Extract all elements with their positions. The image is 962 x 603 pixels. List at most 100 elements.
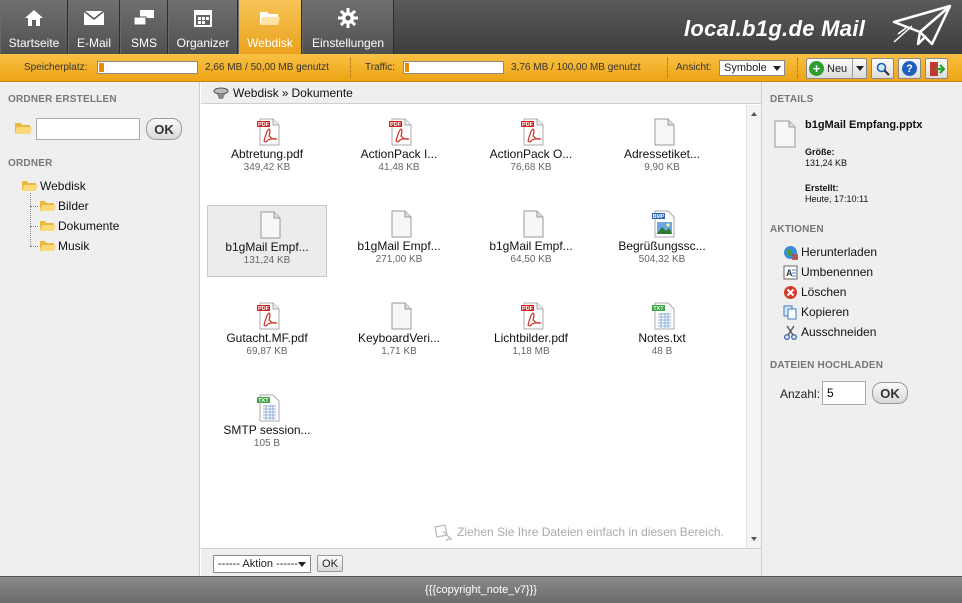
rename-icon: A [782, 264, 798, 280]
storage-meter-fill [99, 63, 104, 72]
home-icon [24, 8, 44, 28]
scissors-icon [782, 324, 798, 340]
view-mode-select[interactable]: Symbole [719, 60, 785, 76]
tree-folder-label: Dokumente [58, 219, 120, 233]
chevron-down-icon [773, 66, 781, 71]
action-label: Kopieren [801, 305, 850, 319]
breadcrumb: Webdisk » Dokumente [201, 82, 761, 104]
upload-ok-button[interactable]: OK [872, 382, 908, 404]
file-item[interactable]: b1gMail Empf... 131,24 KB [207, 205, 327, 277]
bulk-action-value: ------ Aktion ------ [218, 558, 299, 570]
file-grid[interactable]: PDF Abtretung.pdf 349,42 KB PDF ActionPack I… [201, 105, 746, 548]
nav-tab-label: Startseite [8, 36, 60, 50]
file-size: 504,32 KB [638, 254, 686, 265]
tree-folder-webdisk[interactable]: Webdisk [22, 179, 86, 193]
tree-folder-musik[interactable]: Musik [40, 239, 89, 253]
top-navigation-bar: Startseite E-Mail SMS Organizer Webdisk [0, 0, 962, 54]
nav-tab-email[interactable]: E-Mail [68, 0, 120, 54]
webdisk-drive-icon [213, 87, 229, 99]
nav-tab-einstellungen[interactable]: Einstellungen [302, 0, 394, 54]
storage-meter [97, 61, 198, 74]
right-sidebar: DETAILS b1gMail Empfang.pptx Größe: 131,… [761, 82, 962, 576]
file-item[interactable]: PDF Abtretung.pdf 349,42 KB [207, 113, 327, 185]
file-item[interactable]: TXT Notes.txt 48 B [602, 297, 722, 369]
drop-hint-text: Ziehen Sie Ihre Dateien einfach in diese… [457, 525, 724, 539]
file-name: ActionPack I... [360, 147, 438, 161]
file-name: b1gMail Empf... [225, 240, 309, 254]
action-delete[interactable]: Löschen [782, 284, 846, 300]
file-item[interactable]: PDF Gutacht.MF.pdf 69,87 KB [207, 297, 327, 369]
svg-text:A: A [786, 268, 793, 278]
details-created-value: Heute, 17:10:11 [805, 194, 869, 204]
bulk-action-ok-button[interactable]: OK [317, 555, 343, 572]
download-globe-icon [782, 244, 798, 260]
folder-icon [15, 123, 32, 134]
logout-button[interactable] [925, 58, 948, 79]
chevron-down-icon[interactable] [852, 59, 866, 78]
file-item[interactable]: PDF ActionPack I... 41,48 KB [339, 113, 459, 185]
pdf-file-icon: PDF [521, 118, 544, 146]
file-item[interactable]: KeyboardVeri... 1,71 KB [339, 297, 459, 369]
nav-tab-organizer[interactable]: Organizer [168, 0, 238, 54]
create-folder-ok-button[interactable]: OK [146, 118, 182, 140]
action-copy[interactable]: Kopieren [782, 304, 849, 320]
file-grid-scrollbar[interactable] [746, 105, 761, 548]
new-folder-name-input[interactable] [36, 118, 140, 140]
action-rename[interactable]: A Umbenennen [782, 264, 873, 280]
footer: {{{copyright_note_v7}}} [0, 576, 962, 603]
file-name: Adressetiket... [623, 147, 701, 161]
file-name: ActionPack O... [489, 147, 573, 161]
file-item[interactable]: TXT SMTP session... 105 B [207, 389, 327, 461]
file-name: b1gMail Empf... [489, 239, 573, 253]
new-button-label: Neu [827, 62, 848, 75]
storage-value: 2,66 MB / 50,00 MB genutzt [205, 62, 329, 73]
copy-icon [782, 304, 798, 320]
txt-file-icon: TXT [652, 302, 675, 330]
tree-folder-bilder[interactable]: Bilder [40, 199, 89, 213]
delete-icon [782, 284, 798, 300]
details-size-value: 131,24 KB [805, 158, 848, 168]
upload-count-input[interactable] [822, 381, 866, 405]
drag-drop-icon [434, 524, 453, 541]
tree-folder-label: Webdisk [40, 179, 86, 193]
open-folder-icon [40, 221, 56, 231]
breadcrumb-separator: » [281, 85, 289, 100]
file-size: 76,68 KB [510, 162, 552, 173]
file-item[interactable]: Adressetiket... 9,90 KB [602, 113, 722, 185]
help-button[interactable]: ? [898, 58, 921, 79]
pdf-file-icon: PDF [257, 302, 280, 330]
file-name: Begrüßungssc... [618, 239, 706, 253]
file-item[interactable]: b1gMail Empf... 271,00 KB [339, 205, 459, 277]
tree-connector [30, 246, 38, 247]
chevron-down-icon [298, 562, 306, 567]
tree-folder-dokumente[interactable]: Dokumente [40, 219, 119, 233]
breadcrumb-root[interactable]: Webdisk [233, 86, 279, 100]
divider [667, 58, 668, 78]
traffic-value: 3,76 MB / 100,00 MB genutzt [511, 62, 641, 73]
file-item[interactable]: PDF Lichtbilder.pdf 1,18 MB [471, 297, 591, 369]
nav-tab-webdisk[interactable]: Webdisk [238, 0, 302, 54]
bulk-action-select[interactable]: ------ Aktion ------ [213, 555, 311, 573]
new-button[interactable]: + Neu [806, 58, 867, 79]
search-button[interactable] [871, 58, 894, 79]
open-folder-icon [22, 181, 38, 191]
tree-folder-label: Musik [58, 239, 90, 253]
action-download[interactable]: Herunterladen [782, 244, 877, 260]
file-size: 271,00 KB [375, 254, 423, 265]
actions-heading: AKTIONEN [770, 224, 824, 235]
file-item[interactable]: PDF ActionPack O... 76,68 KB [471, 113, 591, 185]
pdf-file-icon: PDF [257, 118, 280, 146]
nav-tab-sms[interactable]: SMS [120, 0, 168, 54]
file-size: 1,71 KB [381, 346, 417, 357]
nav-tab-startseite[interactable]: Startseite [0, 0, 68, 54]
file-name: Abtretung.pdf [230, 147, 304, 161]
action-cut[interactable]: Ausschneiden [782, 324, 876, 340]
action-label: Umbenennen [801, 265, 874, 279]
status-bar: Speicherplatz: 2,66 MB / 50,00 MB genutz… [0, 54, 962, 82]
file-item[interactable]: b1gMail Empf... 64,50 KB [471, 205, 591, 277]
gear-icon [338, 8, 358, 28]
drop-hint: Ziehen Sie Ihre Dateien einfach in diese… [433, 523, 724, 541]
scroll-up-icon[interactable] [751, 112, 757, 116]
scroll-down-icon[interactable] [751, 537, 757, 541]
file-item[interactable]: BMP Begrüßungssc... 504,32 KB [602, 205, 722, 277]
